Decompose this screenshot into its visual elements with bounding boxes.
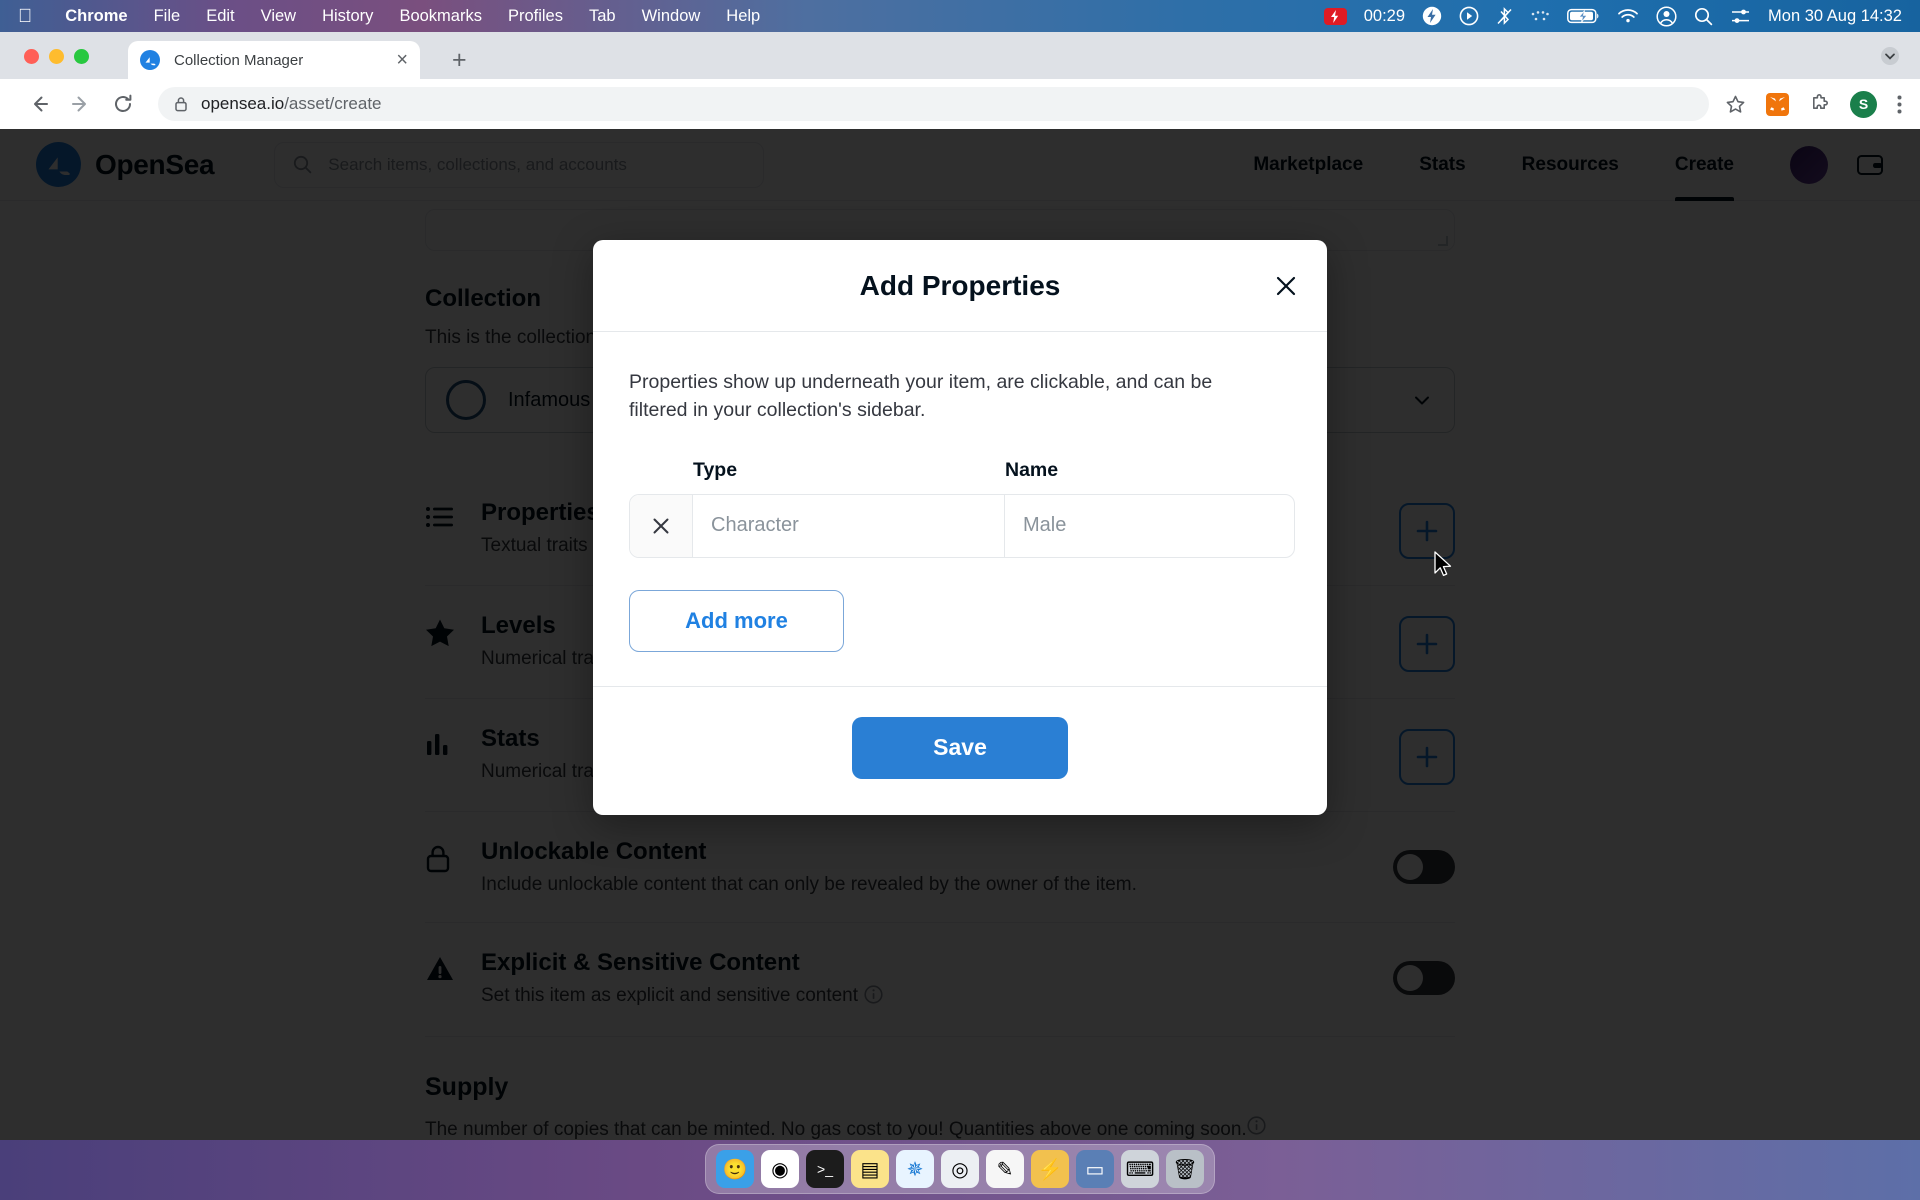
search-icon[interactable] (1694, 7, 1713, 26)
menu-item-window[interactable]: Window (629, 7, 714, 26)
reload-button[interactable] (102, 83, 144, 125)
dots-icon[interactable] (1530, 10, 1550, 22)
menu-item-history[interactable]: History (309, 7, 386, 26)
recording-timer: 00:29 (1363, 6, 1406, 25)
column-header-type: Type (693, 458, 738, 481)
wifi-icon[interactable] (1617, 8, 1639, 24)
column-headers: Type Name (629, 459, 1291, 482)
close-tab-button[interactable]: × (396, 50, 408, 70)
menu-item-tab[interactable]: Tab (576, 7, 629, 26)
chrome-profile-avatar[interactable]: S (1850, 90, 1877, 118)
menu-item-help[interactable]: Help (713, 7, 773, 26)
dock-chrome-icon[interactable]: ◉ (761, 1150, 799, 1188)
bluetooth-off-icon[interactable] (1496, 6, 1513, 26)
property-name-placeholder: Male (1023, 514, 1067, 537)
column-header-name: Name (1005, 458, 1059, 481)
new-tab-button[interactable]: + (452, 48, 467, 73)
close-icon[interactable] (1273, 273, 1299, 299)
menu-item-bookmarks[interactable]: Bookmarks (386, 7, 495, 26)
close-window-button[interactable] (24, 49, 39, 64)
add-more-button[interactable]: Add more (629, 589, 844, 652)
remove-property-button[interactable] (630, 494, 693, 557)
browser-tab-strip: Collection Manager × + (0, 32, 1920, 79)
property-type-placeholder: Character (711, 514, 799, 537)
dock-keyboard-icon[interactable]: ⌨ (1121, 1150, 1159, 1188)
url-host: opensea.io (201, 94, 285, 113)
menu-item-chrome[interactable]: Chrome (52, 7, 140, 26)
back-button[interactable] (18, 83, 60, 125)
dock-trash-icon[interactable]: 🗑 (1166, 1150, 1204, 1188)
menu-item-view[interactable]: View (248, 7, 309, 26)
desktop-dock: 🙂 ◉ >_ ▤ ✵ ◎ ✎ ⚡ ▭ ⌨ 🗑 (705, 1144, 1215, 1194)
property-name-input[interactable]: Male (1005, 495, 1294, 557)
tab-search-chevron-icon[interactable] (1880, 46, 1900, 71)
control-center-icon[interactable] (1730, 8, 1751, 25)
dock-preview-icon[interactable]: ◎ (941, 1150, 979, 1188)
tab-title: Collection Manager (174, 51, 304, 69)
dock-pencil-icon[interactable]: ✎ (986, 1150, 1024, 1188)
menu-bar-clock[interactable]: Mon 30 Aug 14:32 (1768, 7, 1902, 26)
forward-button[interactable] (60, 83, 102, 125)
metamask-extension-icon[interactable] (1766, 92, 1789, 116)
extensions-puzzle-icon[interactable] (1809, 93, 1830, 115)
mouse-cursor (1434, 551, 1454, 584)
menu-item-edit[interactable]: Edit (193, 7, 247, 26)
macos-menu-bar:  Chrome File Edit View History Bookmark… (0, 0, 1920, 32)
opensea-favicon-icon (140, 50, 160, 70)
play-circle-icon[interactable] (1459, 6, 1479, 26)
menu-item-file[interactable]: File (141, 7, 194, 26)
battery-charging-icon[interactable] (1567, 8, 1600, 24)
dock-finder-icon[interactable]: 🙂 (716, 1150, 754, 1188)
modal-footer: Save (593, 685, 1327, 815)
address-bar[interactable]: opensea.io/asset/create (158, 87, 1709, 121)
property-row: Character Male (629, 493, 1295, 558)
dock-vscode-icon[interactable]: ⚡ (1031, 1150, 1069, 1188)
dock-safari-icon[interactable]: ✵ (896, 1150, 934, 1188)
modal-title: Add Properties (859, 269, 1061, 301)
apple-logo-icon[interactable]:  (18, 7, 32, 26)
browser-tab[interactable]: Collection Manager × (128, 41, 420, 79)
dock-terminal-icon[interactable]: >_ (806, 1150, 844, 1188)
url-path: /asset/create (284, 94, 382, 113)
user-circle-icon[interactable] (1656, 5, 1677, 27)
browser-toolbar: opensea.io/asset/create S (0, 79, 1920, 129)
modal-description: Properties show up underneath your item,… (629, 371, 1213, 422)
bookmark-star-icon[interactable] (1725, 94, 1746, 115)
maximize-window-button[interactable] (74, 49, 89, 64)
lock-icon (174, 96, 188, 112)
menu-item-profiles[interactable]: Profiles (495, 7, 576, 26)
chrome-menu-icon[interactable] (1897, 94, 1902, 115)
modal-body: Properties show up underneath your item,… (593, 332, 1327, 686)
address-bar-url: opensea.io/asset/create (201, 94, 382, 114)
modal-header: Add Properties (593, 240, 1327, 332)
dock-notes-icon[interactable]: ▤ (851, 1150, 889, 1188)
screen:  Chrome File Edit View History Bookmark… (0, 0, 1920, 1200)
minimize-window-button[interactable] (49, 49, 64, 64)
window-controls[interactable] (24, 49, 89, 64)
add-properties-modal: Add Properties Properties show up undern… (593, 240, 1327, 815)
bolt-icon[interactable] (1422, 6, 1442, 26)
property-type-input[interactable]: Character (693, 494, 1005, 557)
screen-recording-icon[interactable] (1323, 7, 1347, 25)
save-button[interactable]: Save (852, 716, 1068, 779)
dock-display-icon[interactable]: ▭ (1076, 1150, 1114, 1188)
